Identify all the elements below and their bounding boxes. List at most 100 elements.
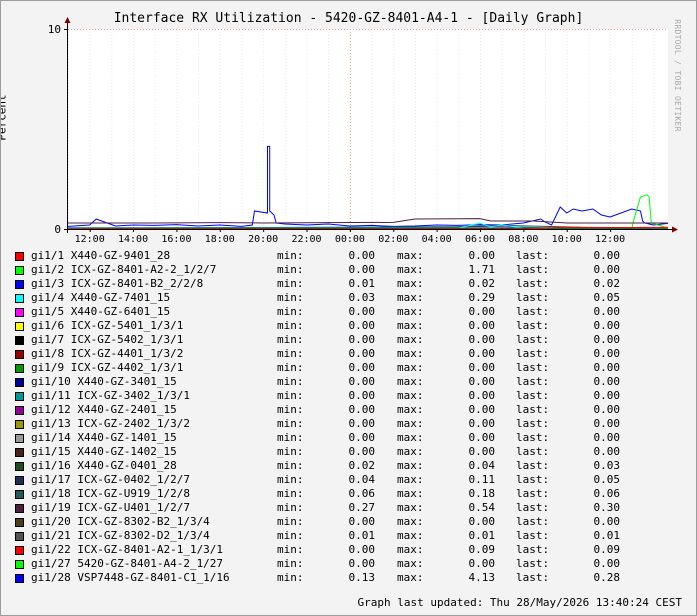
min-label: min: [277,263,304,276]
legend-swatch [15,378,24,387]
min-label: min: [277,319,304,332]
last-label: last: [516,375,550,388]
legend-label: gi1/22 ICX-GZ-8401-A2-1_1/3/1 [31,543,224,556]
x-tick-label: 12:00 [595,234,625,245]
min-label: min: [277,403,304,416]
x-axis-arrow [672,226,678,233]
max-value: 0.00 [468,403,496,416]
min-label: min: [277,529,304,542]
legend-swatch [15,476,24,485]
max-value: 0.09 [468,543,496,556]
last-value: 0.06 [593,487,621,500]
max-value: 1.71 [468,263,496,276]
last-value: 0.00 [593,347,621,360]
min-value: 0.00 [348,431,376,444]
max-value: 0.00 [468,389,496,402]
max-label: max: [397,375,424,388]
last-value: 0.05 [593,473,621,486]
min-label: min: [277,459,304,472]
max-label: max: [397,319,424,332]
max-label: max: [397,361,424,374]
last-value: 0.30 [593,501,621,514]
min-value: 0.27 [348,501,376,514]
x-tick-label: 00:00 [335,234,365,245]
legend-swatch [15,350,24,359]
max-value: 0.00 [468,347,496,360]
legend-label: gi1/17 ICX-GZ-0402_1/2/7 [31,473,190,486]
max-label: max: [397,473,424,486]
legend-swatch [15,364,24,373]
legend-swatch [15,266,24,275]
last-label: last: [516,417,550,430]
last-value: 0.00 [593,333,621,346]
last-label: last: [516,529,550,542]
max-label: max: [397,389,424,402]
legend-swatch [15,518,24,527]
min-value: 0.00 [348,305,376,318]
chart-area: 0 10 12:00 14:00 16:00 18:00 20:00 22:00 00:00 02… [48,17,678,245]
plot-background [68,29,668,229]
legend-swatch [15,546,24,555]
last-value: 0.09 [593,543,621,556]
min-label: min: [277,543,304,556]
min-label: min: [277,249,304,262]
legend-label: gi1/11 ICX-GZ-3402_1/3/1 [31,389,190,402]
max-value: 0.18 [468,487,496,500]
graph-panel: Interface RX Utilization - 5420-GZ-8401-… [0,0,697,616]
max-label: max: [397,291,424,304]
last-value: 0.00 [593,515,621,528]
legend-swatch [15,462,24,471]
last-value: 0.00 [593,403,621,416]
legend-swatch [15,308,24,317]
legend-label: gi1/2 ICX-GZ-8401-A2-2_1/2/7 [31,263,217,276]
last-label: last: [516,473,550,486]
min-value: 0.04 [348,473,376,486]
legend-swatch [15,490,24,499]
max-label: max: [397,543,424,556]
min-label: min: [277,473,304,486]
legend-label: gi1/27 5420-GZ-8401-A4-2_1/27 [31,557,224,570]
max-label: max: [397,487,424,500]
min-value: 0.01 [348,529,376,542]
min-value: 0.00 [348,417,376,430]
max-value: 0.02 [468,277,496,290]
max-value: 0.00 [468,431,496,444]
min-value: 0.00 [348,361,376,374]
x-tick-label: 12:00 [75,234,105,245]
min-value: 0.00 [348,403,376,416]
max-value: 0.00 [468,375,496,388]
last-label: last: [516,277,550,290]
last-value: 0.28 [593,571,621,584]
min-label: min: [277,431,304,444]
x-tick-label: 14:00 [118,234,148,245]
legend-swatch [15,560,24,569]
last-label: last: [516,389,550,402]
last-value: 0.00 [593,263,621,276]
min-label: min: [277,291,304,304]
min-label: min: [277,571,304,584]
legend-label: gi1/13 ICX-GZ-2402_1/3/2 [31,417,190,430]
max-label: max: [397,431,424,444]
legend-swatch [15,392,24,401]
min-value: 0.00 [348,249,376,262]
last-updated: Graph last updated: Thu 28/May/2026 13:4… [357,596,682,609]
last-value: 0.01 [593,529,621,542]
legend-swatch [15,504,24,513]
x-tick-label: 08:00 [508,234,538,245]
max-label: max: [397,305,424,318]
legend-label: gi1/18 ICX-GZ-U919_1/2/8 [31,487,190,500]
legend-label: gi1/21 ICX-GZ-8302-D2_1/3/4 [31,529,210,542]
min-label: min: [277,389,304,402]
min-value: 0.00 [348,319,376,332]
min-value: 0.00 [348,515,376,528]
min-value: 0.00 [348,347,376,360]
last-value: 0.00 [593,375,621,388]
max-value: 0.00 [468,305,496,318]
legend-swatch [15,434,24,443]
legend-label: gi1/16 X440-GZ-0401_28 [31,459,177,472]
max-label: max: [397,277,424,290]
max-label: max: [397,333,424,346]
last-label: last: [516,515,550,528]
y-tick-label: 10 [48,23,61,36]
legend-swatch [15,420,24,429]
